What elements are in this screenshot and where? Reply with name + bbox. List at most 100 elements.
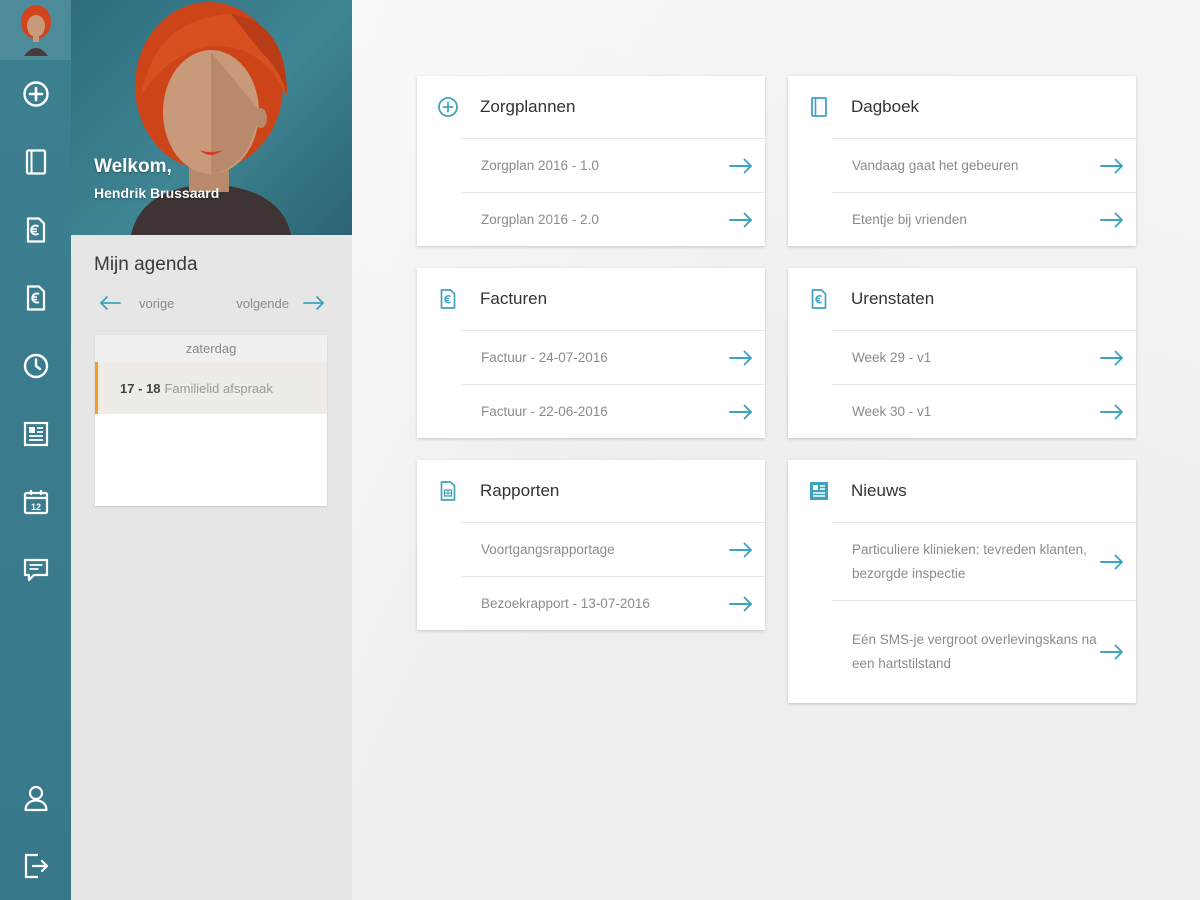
dashboard-main: Zorgplannen Zorgplan 2016 - 1.0 Zorgplan… bbox=[352, 0, 1200, 900]
list-item[interactable]: Etentje bij vrienden bbox=[832, 192, 1136, 246]
list-item-label: Particuliere klinieken: tevreden klanten… bbox=[852, 541, 1087, 581]
list-item[interactable]: Factuur - 22-06-2016 bbox=[461, 384, 765, 438]
calendar-day-header: zaterdag bbox=[95, 335, 327, 362]
arrow-right-icon bbox=[303, 296, 324, 310]
list-item[interactable]: Voortgangsrapportage bbox=[461, 522, 765, 576]
list-item[interactable]: Zorgplan 2016 - 2.0 bbox=[461, 192, 765, 246]
arrow-left-icon bbox=[100, 296, 121, 310]
list-item[interactable]: Vandaag gaat het gebeuren bbox=[832, 138, 1136, 192]
list-item-label: Etentje bij vrienden bbox=[852, 211, 967, 227]
list-item-label: Eén SMS-je vergroot overlevingskans na e… bbox=[852, 632, 1097, 671]
arrow-right-icon bbox=[729, 404, 752, 419]
card-urenstaten: Urenstaten Week 29 - v1 Week 30 - v1 bbox=[788, 268, 1136, 438]
avatar-icon bbox=[20, 5, 51, 56]
list-item-label: Factuur - 22-06-2016 bbox=[481, 403, 608, 419]
list-item-label: Zorgplan 2016 - 1.0 bbox=[481, 157, 599, 173]
rail-news-button[interactable] bbox=[0, 400, 71, 468]
card-facturen: Facturen Factuur - 24-07-2016 Factuur - … bbox=[417, 268, 765, 438]
journal-icon bbox=[811, 97, 827, 117]
report-document-icon bbox=[440, 481, 456, 501]
list-item[interactable]: Zorgplan 2016 - 1.0 bbox=[461, 138, 765, 192]
arrow-right-icon bbox=[1100, 404, 1123, 419]
card-title: Urenstaten bbox=[851, 289, 935, 308]
card-title: Facturen bbox=[480, 289, 548, 308]
card-header: Facturen bbox=[417, 268, 765, 330]
add-circle-icon bbox=[438, 97, 458, 117]
agenda-calendar: zaterdag 17 - 18 Familielid afspraak bbox=[95, 335, 327, 506]
chat-icon bbox=[23, 558, 48, 582]
card-header: Nieuws bbox=[788, 460, 1136, 522]
arrow-right-icon bbox=[1100, 158, 1123, 173]
user-name: Hendrik Brussaard bbox=[94, 185, 220, 201]
icon-rail: 12 bbox=[0, 0, 71, 900]
calendar-event[interactable]: 17 - 18 Familielid afspraak bbox=[95, 362, 327, 414]
card-header: Urenstaten bbox=[788, 268, 1136, 330]
list-item-label: Vandaag gaat het gebeuren bbox=[852, 157, 1019, 173]
user-icon bbox=[23, 785, 48, 812]
invoice-document-icon bbox=[440, 289, 456, 309]
clock-icon bbox=[23, 353, 48, 379]
card-header: Rapporten bbox=[417, 460, 765, 522]
journal-icon bbox=[25, 149, 46, 175]
rail-invoice-button[interactable] bbox=[0, 196, 71, 264]
list-item[interactable]: Particuliere klinieken: tevreden klanten… bbox=[832, 522, 1136, 600]
event-title: Familielid afspraak bbox=[164, 380, 273, 396]
agenda-next-label: volgende bbox=[236, 295, 289, 311]
invoice-document-icon bbox=[26, 217, 45, 243]
list-item[interactable]: Week 29 - v1 bbox=[832, 330, 1136, 384]
list-item-label: Bezoekrapport - 13-07-2016 bbox=[481, 595, 650, 611]
rail-calendar-button[interactable]: 12 bbox=[0, 468, 71, 536]
list-item-label: Zorgplan 2016 - 2.0 bbox=[481, 211, 599, 227]
rail-profile-button[interactable] bbox=[0, 764, 71, 832]
rail-chat-button[interactable] bbox=[0, 536, 71, 604]
list-item[interactable]: Factuur - 24-07-2016 bbox=[461, 330, 765, 384]
calendar-icon-number: 12 bbox=[30, 502, 40, 512]
euro-document-icon bbox=[26, 285, 45, 311]
welcome-heading: Welkom, bbox=[94, 156, 172, 177]
event-time: 17 - 18 bbox=[120, 380, 161, 396]
card-header: Zorgplannen bbox=[417, 76, 765, 138]
list-item-label: Factuur - 24-07-2016 bbox=[481, 349, 608, 365]
card-title: Nieuws bbox=[851, 481, 907, 500]
arrow-right-icon bbox=[1100, 644, 1123, 660]
arrow-right-icon bbox=[1100, 212, 1123, 227]
card-rapporten: Rapporten Voortgangsrapportage Bezoekrap… bbox=[417, 460, 765, 630]
card-header: Dagboek bbox=[788, 76, 1136, 138]
arrow-right-icon bbox=[729, 350, 752, 365]
rail-journal-button[interactable] bbox=[0, 128, 71, 196]
timesheet-document-icon bbox=[811, 289, 827, 309]
list-item-label: Voortgangsrapportage bbox=[481, 541, 615, 557]
arrow-right-icon bbox=[1100, 350, 1123, 365]
rail-avatar[interactable] bbox=[0, 0, 71, 60]
card-title: Zorgplannen bbox=[480, 97, 576, 116]
rail-clock-button[interactable] bbox=[0, 332, 71, 400]
arrow-right-icon bbox=[729, 158, 752, 173]
logout-icon bbox=[24, 853, 48, 879]
add-circle-icon bbox=[22, 81, 49, 107]
arrow-right-icon bbox=[1100, 554, 1123, 569]
list-item[interactable]: Week 30 - v1 bbox=[832, 384, 1136, 438]
list-item[interactable]: Eén SMS-je vergroot overlevingskans na e… bbox=[832, 600, 1136, 703]
card-title: Dagboek bbox=[851, 97, 920, 116]
newspaper-icon bbox=[23, 421, 48, 447]
profile-agenda-panel: Welkom, Hendrik Brussaard Mijn agenda vo… bbox=[71, 0, 352, 900]
card-nieuws: Nieuws Particuliere klinieken: tevreden … bbox=[788, 460, 1136, 703]
rail-euro-button[interactable] bbox=[0, 264, 71, 332]
list-item[interactable]: Bezoekrapport - 13-07-2016 bbox=[461, 576, 765, 630]
profile-hero: Welkom, Hendrik Brussaard bbox=[71, 0, 352, 235]
calendar-icon: 12 bbox=[23, 490, 48, 515]
agenda-prev-button[interactable]: vorige bbox=[99, 295, 174, 311]
arrow-right-icon bbox=[729, 542, 752, 557]
rail-logout-button[interactable] bbox=[0, 832, 71, 900]
card-title: Rapporten bbox=[480, 481, 560, 500]
card-dagboek: Dagboek Vandaag gaat het gebeuren Etentj… bbox=[788, 76, 1136, 246]
list-item-label: Week 29 - v1 bbox=[852, 349, 932, 365]
list-item-label: Week 30 - v1 bbox=[852, 403, 932, 419]
card-zorgplannen: Zorgplannen Zorgplan 2016 - 1.0 Zorgplan… bbox=[417, 76, 765, 246]
agenda-title: Mijn agenda bbox=[94, 254, 198, 275]
agenda-next-button[interactable]: volgende bbox=[236, 295, 325, 311]
arrow-right-icon bbox=[729, 212, 752, 227]
rail-add-button[interactable] bbox=[0, 60, 71, 128]
arrow-right-icon bbox=[729, 596, 752, 611]
agenda-nav: vorige volgende bbox=[99, 290, 325, 316]
